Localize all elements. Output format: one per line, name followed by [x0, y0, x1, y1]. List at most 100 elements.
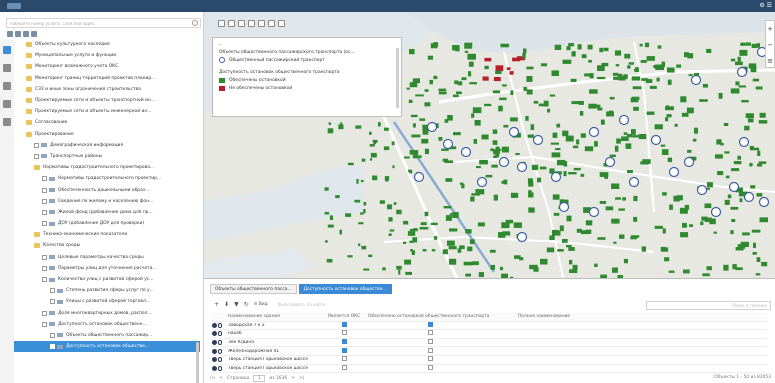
- tree-item[interactable]: Объекты культурного наследия: [14, 39, 200, 50]
- bus-stop-marker[interactable]: [628, 176, 640, 188]
- served-building[interactable]: [639, 43, 643, 47]
- bus-stop-marker[interactable]: [690, 74, 702, 86]
- served-building[interactable]: [412, 123, 416, 128]
- served-building[interactable]: [624, 53, 631, 59]
- served-building[interactable]: [723, 264, 729, 271]
- edit-tool-icon[interactable]: [258, 20, 265, 27]
- served-building[interactable]: [665, 117, 669, 122]
- served-building[interactable]: [632, 86, 642, 90]
- served-building[interactable]: [750, 66, 757, 73]
- tree-item[interactable]: Муниципальные услуги и функции: [14, 50, 200, 61]
- served-building[interactable]: [755, 273, 761, 276]
- served-building[interactable]: [522, 52, 526, 59]
- served-building[interactable]: [501, 146, 509, 153]
- served-building[interactable]: [523, 86, 528, 91]
- served-building[interactable]: [594, 104, 601, 108]
- served-building[interactable]: [409, 82, 418, 88]
- served-building[interactable]: [731, 219, 736, 222]
- served-building[interactable]: [730, 230, 734, 235]
- served-building[interactable]: [551, 152, 561, 158]
- served-checkbox[interactable]: [428, 356, 433, 362]
- served-building[interactable]: [725, 175, 730, 179]
- tree-item[interactable]: Проектируемые сети и объекты инженерной …: [14, 106, 200, 117]
- served-building[interactable]: [484, 103, 492, 107]
- served-checkbox[interactable]: [428, 330, 433, 336]
- served-building[interactable]: [491, 164, 498, 168]
- tree-item[interactable]: Сведения по жилому и населению фон...: [14, 196, 200, 207]
- served-building[interactable]: [500, 43, 510, 48]
- served-building[interactable]: [694, 127, 698, 134]
- served-building[interactable]: [704, 217, 712, 222]
- served-building[interactable]: [562, 239, 568, 243]
- served-building[interactable]: [410, 114, 418, 118]
- served-building[interactable]: [571, 101, 580, 105]
- served-building[interactable]: [528, 207, 535, 213]
- tree-item[interactable]: Объекты общественного пассажир...: [14, 330, 200, 341]
- tree-item[interactable]: Согласование: [14, 117, 200, 128]
- filter-rail-icon[interactable]: [3, 64, 11, 72]
- served-building[interactable]: [573, 167, 581, 171]
- bus-stop-marker[interactable]: [736, 66, 748, 78]
- served-building[interactable]: [713, 231, 718, 234]
- served-building[interactable]: [472, 107, 482, 114]
- served-building[interactable]: [526, 76, 533, 82]
- served-building[interactable]: [484, 65, 489, 70]
- served-building[interactable]: [689, 224, 693, 227]
- served-checkbox[interactable]: [428, 347, 433, 353]
- served-building[interactable]: [360, 212, 364, 215]
- served-building[interactable]: [372, 175, 378, 181]
- served-building[interactable]: [642, 160, 650, 164]
- served-building[interactable]: [457, 81, 463, 86]
- served-building[interactable]: [429, 79, 433, 85]
- served-building[interactable]: [609, 154, 616, 158]
- served-building[interactable]: [623, 74, 628, 80]
- served-building[interactable]: [667, 79, 672, 85]
- served-building[interactable]: [619, 234, 625, 239]
- served-building[interactable]: [503, 124, 509, 128]
- served-building[interactable]: [568, 247, 575, 251]
- layer-checkbox[interactable]: [50, 299, 55, 305]
- layer-checkbox[interactable]: [42, 254, 47, 260]
- unserved-building[interactable]: [495, 65, 504, 72]
- served-building[interactable]: [453, 132, 461, 136]
- served-building[interactable]: [448, 258, 457, 265]
- served-building[interactable]: [596, 76, 606, 80]
- served-building[interactable]: [600, 119, 605, 125]
- served-building[interactable]: [457, 248, 462, 253]
- legend-scrollbar[interactable]: [396, 48, 399, 108]
- refresh-icon[interactable]: [31, 31, 37, 37]
- locate-icon[interactable]: [218, 365, 222, 371]
- table-row[interactable]: нахаб: [212, 330, 767, 339]
- layer-checkbox[interactable]: [42, 209, 47, 215]
- collapse-icon[interactable]: [15, 31, 21, 37]
- served-building[interactable]: [387, 204, 393, 210]
- served-building[interactable]: [758, 161, 767, 164]
- served-building[interactable]: [594, 141, 598, 147]
- served-building[interactable]: [530, 124, 535, 130]
- tree-item[interactable]: Мониторинг границ территорий проектов пл…: [14, 73, 200, 84]
- served-building[interactable]: [369, 131, 372, 135]
- served-building[interactable]: [577, 44, 582, 50]
- search-icon[interactable]: [192, 20, 198, 26]
- served-building[interactable]: [464, 50, 469, 53]
- tree-item[interactable]: Нормативы градостроительного проектир...: [14, 173, 200, 184]
- layer-tree-scrollbar[interactable]: [196, 342, 199, 383]
- basemap-button[interactable]: ≡: [766, 53, 774, 69]
- served-building[interactable]: [327, 128, 334, 134]
- served-building[interactable]: [749, 162, 753, 167]
- served-building[interactable]: [523, 48, 527, 54]
- table-row[interactable]: Тверь станция Горьковское шоссе: [212, 356, 767, 365]
- served-building[interactable]: [556, 123, 561, 128]
- served-building[interactable]: [699, 99, 708, 102]
- served-building[interactable]: [755, 86, 763, 90]
- served-building[interactable]: [527, 134, 535, 138]
- search-rail-icon[interactable]: [3, 82, 11, 90]
- served-building[interactable]: [759, 217, 769, 223]
- tree-item[interactable]: Улицы с развитой сферой торговл...: [14, 296, 200, 307]
- served-building[interactable]: [704, 203, 712, 209]
- served-building[interactable]: [453, 94, 459, 97]
- layer-checkbox[interactable]: [50, 288, 55, 294]
- served-building[interactable]: [469, 239, 475, 245]
- served-building[interactable]: [467, 53, 476, 60]
- served-building[interactable]: [739, 49, 748, 56]
